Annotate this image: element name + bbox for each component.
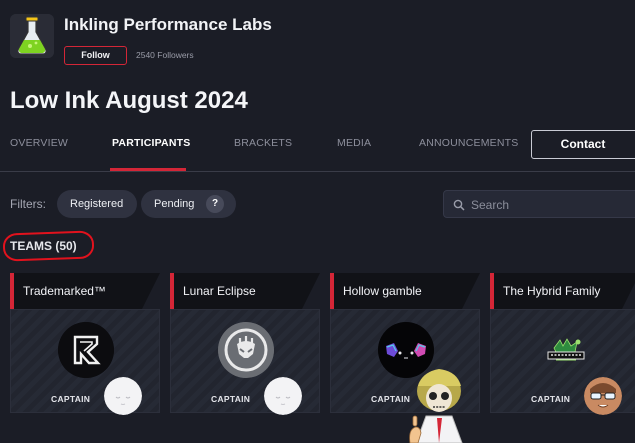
search-box[interactable] — [443, 190, 635, 218]
tab-media[interactable]: MEDIA — [337, 137, 371, 149]
page-title: Low Ink August 2024 — [10, 87, 248, 114]
team-card-body: CAPTAIN — [170, 309, 320, 415]
team-card-header: Trademarked™ — [10, 273, 160, 309]
tab-announcements[interactable]: ANNOUNCEMENTS — [419, 137, 518, 149]
follow-button[interactable]: Follow — [64, 46, 127, 65]
filters-label: Filters: — [10, 197, 46, 211]
filter-pending-label: Pending — [154, 198, 195, 210]
trademarked-logo-icon — [58, 322, 114, 378]
team-name: Hollow gamble — [343, 284, 422, 298]
blank-face-avatar-icon[interactable] — [104, 377, 142, 415]
active-tab-indicator — [110, 168, 186, 171]
org-name[interactable]: Inkling Performance Labs — [64, 15, 272, 35]
annotation-circle — [2, 230, 95, 262]
team-card-header: Lunar Eclipse — [170, 273, 320, 309]
team-name: Lunar Eclipse — [183, 284, 256, 298]
team-card-trademarked[interactable]: Trademarked™ CAPTAIN — [10, 273, 160, 415]
team-card-body: CAPTAIN — [490, 309, 635, 415]
captain-label: CAPTAIN — [531, 394, 571, 404]
filter-registered-label: Registered — [70, 198, 124, 210]
team-card-header: The Hybrid Family — [490, 273, 635, 309]
tab-overview[interactable]: OVERVIEW — [10, 137, 68, 149]
filter-pending[interactable]: Pending ? — [141, 190, 236, 218]
search-input[interactable] — [471, 196, 631, 214]
lunar-eclipse-logo-icon — [218, 322, 274, 378]
skeleton-scientist-mascot-icon — [404, 366, 474, 443]
team-card-header: Hollow gamble — [330, 273, 480, 309]
captain-label: CAPTAIN — [211, 394, 251, 404]
team-name: Trademarked™ — [23, 284, 106, 298]
team-card-hybrid-family[interactable]: The Hybrid Family CAPTAIN — [490, 273, 635, 415]
sunglasses-avatar-icon[interactable] — [584, 377, 622, 415]
hybrid-family-logo-icon — [538, 322, 594, 378]
help-icon[interactable]: ? — [206, 195, 224, 213]
team-card-body: CAPTAIN — [10, 309, 160, 415]
tab-brackets[interactable]: BRACKETS — [234, 137, 292, 149]
org-logo[interactable] — [10, 14, 54, 58]
blank-face-avatar-icon[interactable] — [264, 377, 302, 415]
contact-button[interactable]: Contact — [531, 130, 635, 159]
flask-icon — [10, 14, 54, 58]
team-card-lunar-eclipse[interactable]: Lunar Eclipse CAPTAIN — [170, 273, 320, 415]
captain-label: CAPTAIN — [51, 394, 91, 404]
followers-count: 2540 Followers — [136, 50, 194, 60]
team-name: The Hybrid Family — [503, 284, 601, 298]
tab-participants[interactable]: PARTICIPANTS — [112, 137, 190, 149]
filter-registered[interactable]: Registered — [57, 190, 137, 218]
search-icon — [453, 199, 465, 211]
